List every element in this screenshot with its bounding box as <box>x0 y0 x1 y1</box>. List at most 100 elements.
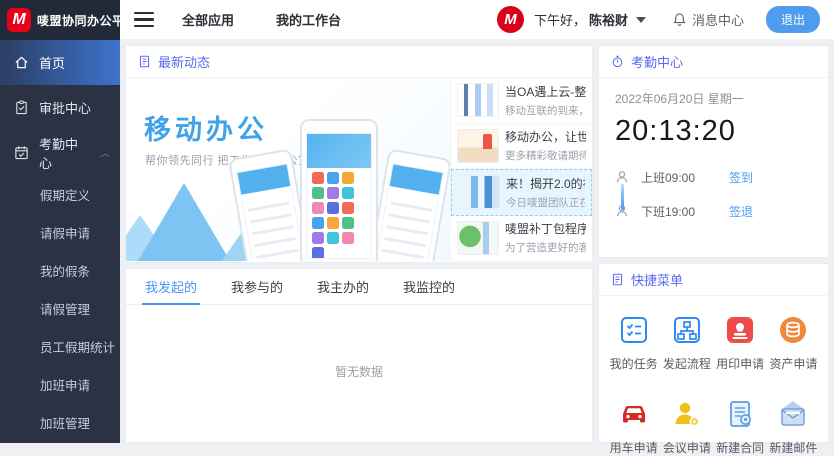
news-item[interactable]: 移动办公，让世界触手可 更多精彩敬请期待........ <box>451 124 592 170</box>
flow-chart-icon <box>671 314 703 346</box>
checkin-row: 上班09:00 签到 <box>615 162 812 192</box>
greeting-text: 下午好， <box>534 10 586 29</box>
news-desc: 更多精彩敬请期待........ <box>505 148 586 163</box>
app-logo: M <box>7 8 31 32</box>
user-name: 陈裕财 <box>589 10 628 29</box>
quick-item-start-workflow[interactable]: 发起流程 <box>660 314 713 372</box>
phone-illustration <box>368 148 450 261</box>
mountain-shape <box>138 183 230 261</box>
nav-all-apps[interactable]: 全部应用 <box>182 10 234 29</box>
sidebar-item-approval-center[interactable]: 审批中心 <box>0 85 120 130</box>
document-icon <box>611 273 624 286</box>
quick-menu-header: 快捷菜单 <box>599 264 828 296</box>
checkout-label: 下班19:00 <box>641 203 695 220</box>
top-header: M 唛盟协同办公平台 全部应用 我的工作台 M 下午好，陈裕财 消息中心 退出 <box>0 0 834 40</box>
sidebar-subitem-my-leave-slips[interactable]: 我的假条 <box>0 251 120 289</box>
mail-icon <box>777 398 809 430</box>
quick-item-label: 我的任务 <box>610 355 658 372</box>
clipboard-icon <box>14 100 29 115</box>
latest-news-title: 最新动态 <box>158 52 210 71</box>
empty-data-text: 暂无数据 <box>126 305 592 380</box>
quick-item-label: 资产申请 <box>769 355 817 372</box>
user-greeting[interactable]: 下午好，陈裕财 <box>534 10 646 29</box>
person-icon <box>615 170 629 184</box>
news-desc: 为了营造更好的客户体验，唛 <box>505 240 586 255</box>
sidebar: 首页 审批中心 考勤中心 ︿ 假期定义 请假申请 我的假条 请假管理 员工假期统… <box>0 40 120 443</box>
checkin-link[interactable]: 签到 <box>729 169 753 186</box>
attendance-header: 考勤中心 <box>599 46 828 78</box>
sidebar-item-attendance-center[interactable]: 考勤中心 ︿ <box>0 130 120 175</box>
asset-coins-icon <box>777 314 809 346</box>
quick-item-my-tasks[interactable]: 我的任务 <box>607 314 660 372</box>
news-desc: 移动互联的到来，让OA与云 <box>505 103 586 118</box>
checkin-label: 上班09:00 <box>641 169 695 186</box>
app-logo-area: M 唛盟协同办公平台 <box>0 0 120 40</box>
menu-toggle-icon[interactable] <box>134 12 154 28</box>
quick-item-new-contract[interactable]: 新建合同 <box>714 398 767 456</box>
quick-item-label: 发起流程 <box>663 355 711 372</box>
sidebar-item-label: 首页 <box>39 53 65 72</box>
quick-item-meeting-request[interactable]: 会议申请 <box>660 398 713 456</box>
message-center-button[interactable]: 消息中心 <box>672 10 744 29</box>
news-thumbnail <box>458 175 500 209</box>
news-item[interactable]: 当OA遇上云-整个协同OA 移动互联的到来，让OA与云 <box>451 78 592 124</box>
quick-menu-panel: 快捷菜单 我的任务 发起流程 <box>598 263 829 443</box>
tab-initiated-by-me[interactable]: 我发起的 <box>128 269 214 304</box>
news-title: 唛盟补丁包程序更新 <box>505 220 586 237</box>
sidebar-subitem-overtime-management[interactable]: 加班管理 <box>0 403 120 441</box>
checkout-link[interactable]: 签退 <box>729 203 753 220</box>
timeline-connector <box>621 184 624 210</box>
home-icon <box>14 55 29 70</box>
latest-news-panel: 最新动态 移动办公 帮你领先同行 把工作带出办公室 <box>125 45 593 263</box>
checkout-row: 下班19:00 签退 <box>615 196 812 226</box>
news-title: 来！揭开2.0的神秘面纱~ <box>506 175 585 192</box>
tasks-tab-bar: 我发起的 我参与的 我主办的 我监控的 <box>126 269 592 305</box>
user-avatar[interactable]: M <box>497 6 524 33</box>
quick-item-new-mail[interactable]: 新建邮件 <box>767 398 820 456</box>
chevron-down-icon <box>636 17 646 23</box>
phone-illustration <box>300 119 378 261</box>
chevron-up-icon: ︿ <box>100 147 110 159</box>
tab-monitored-by-me[interactable]: 我监控的 <box>386 269 472 304</box>
news-item-highlighted[interactable]: 来！揭开2.0的神秘面纱~ 今日唛盟团队正在加班加点, <box>451 169 592 216</box>
quick-item-seal-request[interactable]: 用印申请 <box>714 314 767 372</box>
sidebar-subitem-holiday-definition[interactable]: 假期定义 <box>0 175 120 213</box>
car-icon <box>618 398 650 430</box>
contract-doc-icon <box>724 398 756 430</box>
news-item[interactable]: 唛盟补丁包程序更新 为了营造更好的客户体验，唛 <box>451 216 592 262</box>
quick-item-label: 新建邮件 <box>769 439 817 456</box>
meeting-person-icon <box>671 398 703 430</box>
sidebar-item-label: 考勤中心 <box>39 134 90 172</box>
stopwatch-icon <box>611 55 624 68</box>
mobile-office-banner[interactable]: 移动办公 帮你领先同行 把工作带出办公室 <box>126 78 450 261</box>
sidebar-subitem-leave-request[interactable]: 请假申请 <box>0 213 120 251</box>
sidebar-subitem-overtime-request[interactable]: 加班申请 <box>0 365 120 403</box>
document-icon <box>138 55 151 68</box>
sidebar-subitem-employee-holiday-stats[interactable]: 员工假期统计 <box>0 327 120 365</box>
latest-news-header: 最新动态 <box>126 46 592 78</box>
logout-button[interactable]: 退出 <box>766 6 820 33</box>
attendance-date: 2022年06月20日 星期一 <box>615 90 812 107</box>
news-thumbnail <box>457 83 499 117</box>
quick-item-label: 会议申请 <box>663 439 711 456</box>
sidebar-item-label: 审批中心 <box>39 98 91 117</box>
attendance-title: 考勤中心 <box>631 52 683 71</box>
quick-item-label: 新建合同 <box>716 439 764 456</box>
sidebar-subitem-leave-management[interactable]: 请假管理 <box>0 289 120 327</box>
quick-item-vehicle-request[interactable]: 用车申请 <box>607 398 660 456</box>
news-thumbnail <box>457 221 499 255</box>
message-center-label: 消息中心 <box>692 10 744 29</box>
tab-hosted-by-me[interactable]: 我主办的 <box>300 269 386 304</box>
tab-participated-by-me[interactable]: 我参与的 <box>214 269 300 304</box>
news-list: 当OA遇上云-整个协同OA 移动互联的到来，让OA与云 移动办公，让世界触手可 … <box>450 78 592 261</box>
task-list-icon <box>618 314 650 346</box>
tasks-panel: 我发起的 我参与的 我主办的 我监控的 暂无数据 <box>125 268 593 443</box>
attendance-panel: 考勤中心 2022年06月20日 星期一 20:13:20 上班09:00 签到 <box>598 45 829 258</box>
quick-item-asset-request[interactable]: 资产申请 <box>767 314 820 372</box>
nav-my-workspace[interactable]: 我的工作台 <box>276 10 341 29</box>
quick-menu-title: 快捷菜单 <box>631 270 683 289</box>
calendar-check-icon <box>14 145 29 160</box>
sidebar-item-home[interactable]: 首页 <box>0 40 120 85</box>
quick-item-label: 用印申请 <box>716 355 764 372</box>
banner-headline: 移动办公 <box>144 108 268 147</box>
